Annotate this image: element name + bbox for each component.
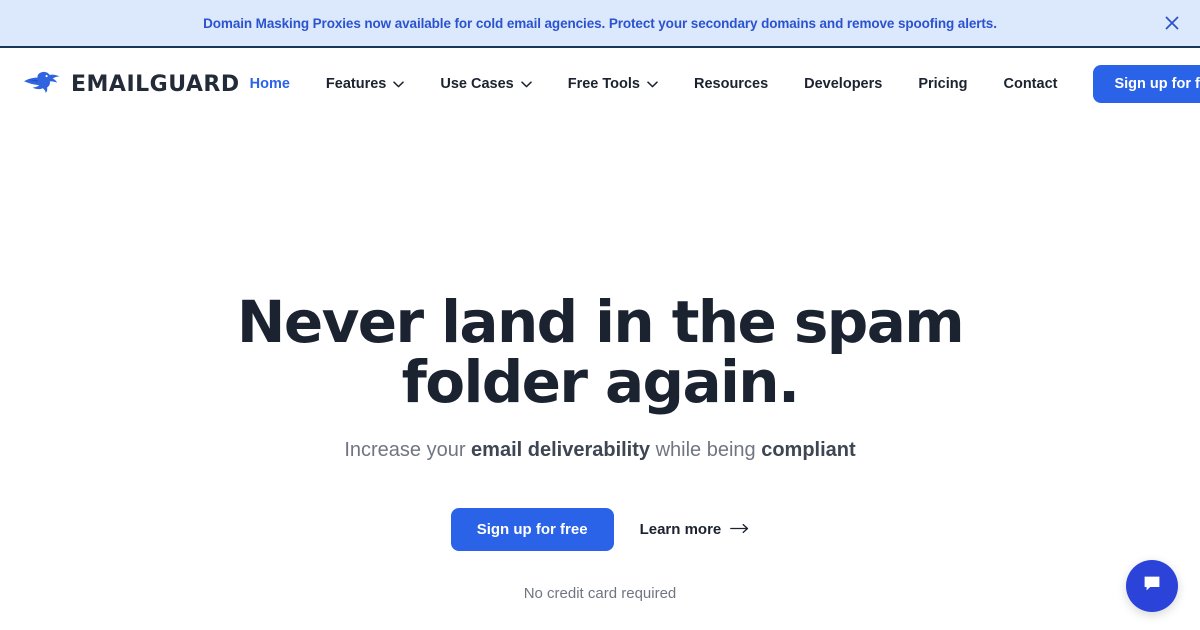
chevron-down-icon — [647, 76, 658, 92]
nav-item-resources[interactable]: Resources — [694, 76, 768, 92]
brand-name: EMAILGUARD — [71, 71, 240, 97]
hero-subtitle-part-1: Increase your — [344, 438, 472, 461]
chat-widget-button[interactable] — [1126, 560, 1178, 612]
hero-section: Never land in the spam folder again. Inc… — [0, 120, 1200, 602]
nav-item-label: Home — [249, 76, 290, 92]
hero-actions: Sign up for free Learn more — [0, 507, 1200, 551]
learn-more-label: Learn more — [639, 520, 722, 538]
nav-item-use-cases[interactable]: Use Cases — [440, 76, 532, 92]
hero-note: No credit card required — [523, 584, 677, 602]
hero-subtitle-part-2: while being — [650, 438, 762, 461]
nav-item-label: Pricing — [918, 76, 968, 92]
nav-item-label: Use Cases — [440, 76, 514, 92]
nav-item-label: Contact — [1003, 76, 1058, 92]
announcement-text: Domain Masking Proxies now available for… — [203, 15, 997, 31]
nav-item-contact[interactable]: Contact — [1003, 76, 1057, 92]
close-icon[interactable] — [1158, 9, 1186, 37]
learn-more-button[interactable]: Learn more — [640, 521, 750, 538]
chevron-down-icon — [393, 76, 405, 92]
hero-subtitle-emphasis-2: compliant — [761, 438, 856, 461]
nav-item-features[interactable]: Features — [325, 76, 405, 92]
page-title-line-2: again. — [605, 348, 800, 417]
hero-subtitle: Increase your email deliverability while… — [0, 439, 1200, 462]
nav-item-label: Developers — [804, 76, 883, 92]
nav-item-label: Free Tools — [567, 76, 640, 92]
nav-item-label: Resources — [693, 76, 769, 92]
nav-item-home[interactable]: Home — [250, 76, 290, 92]
nav-item-pricing[interactable]: Pricing — [918, 76, 967, 92]
brand-logo[interactable]: EMAILGUARD — [22, 69, 240, 100]
falcon-bird-icon — [22, 69, 62, 100]
page-title: Never land in the spam folder again. — [220, 292, 980, 413]
announcement-banner: Domain Masking Proxies now available for… — [0, 0, 1200, 48]
hero-subtitle-emphasis-1: email deliverability — [471, 438, 651, 461]
header-signup-button[interactable]: Sign up for free — [1093, 65, 1200, 103]
main-nav: Home Features Use Cases Free Tools Resou… — [240, 76, 1094, 92]
nav-item-label: Features — [325, 76, 387, 92]
hero-signup-button[interactable]: Sign up for free — [450, 507, 614, 551]
page-title-line-1: Never land in the spam folder — [236, 288, 965, 417]
chat-bubble-icon — [1141, 573, 1163, 600]
chevron-down-icon — [520, 76, 532, 92]
nav-item-developers[interactable]: Developers — [804, 76, 882, 92]
arrow-right-icon — [730, 521, 749, 538]
nav-item-free-tools[interactable]: Free Tools — [568, 76, 658, 92]
site-header: EMAILGUARD Home Features Use Cases Free … — [0, 48, 1200, 120]
